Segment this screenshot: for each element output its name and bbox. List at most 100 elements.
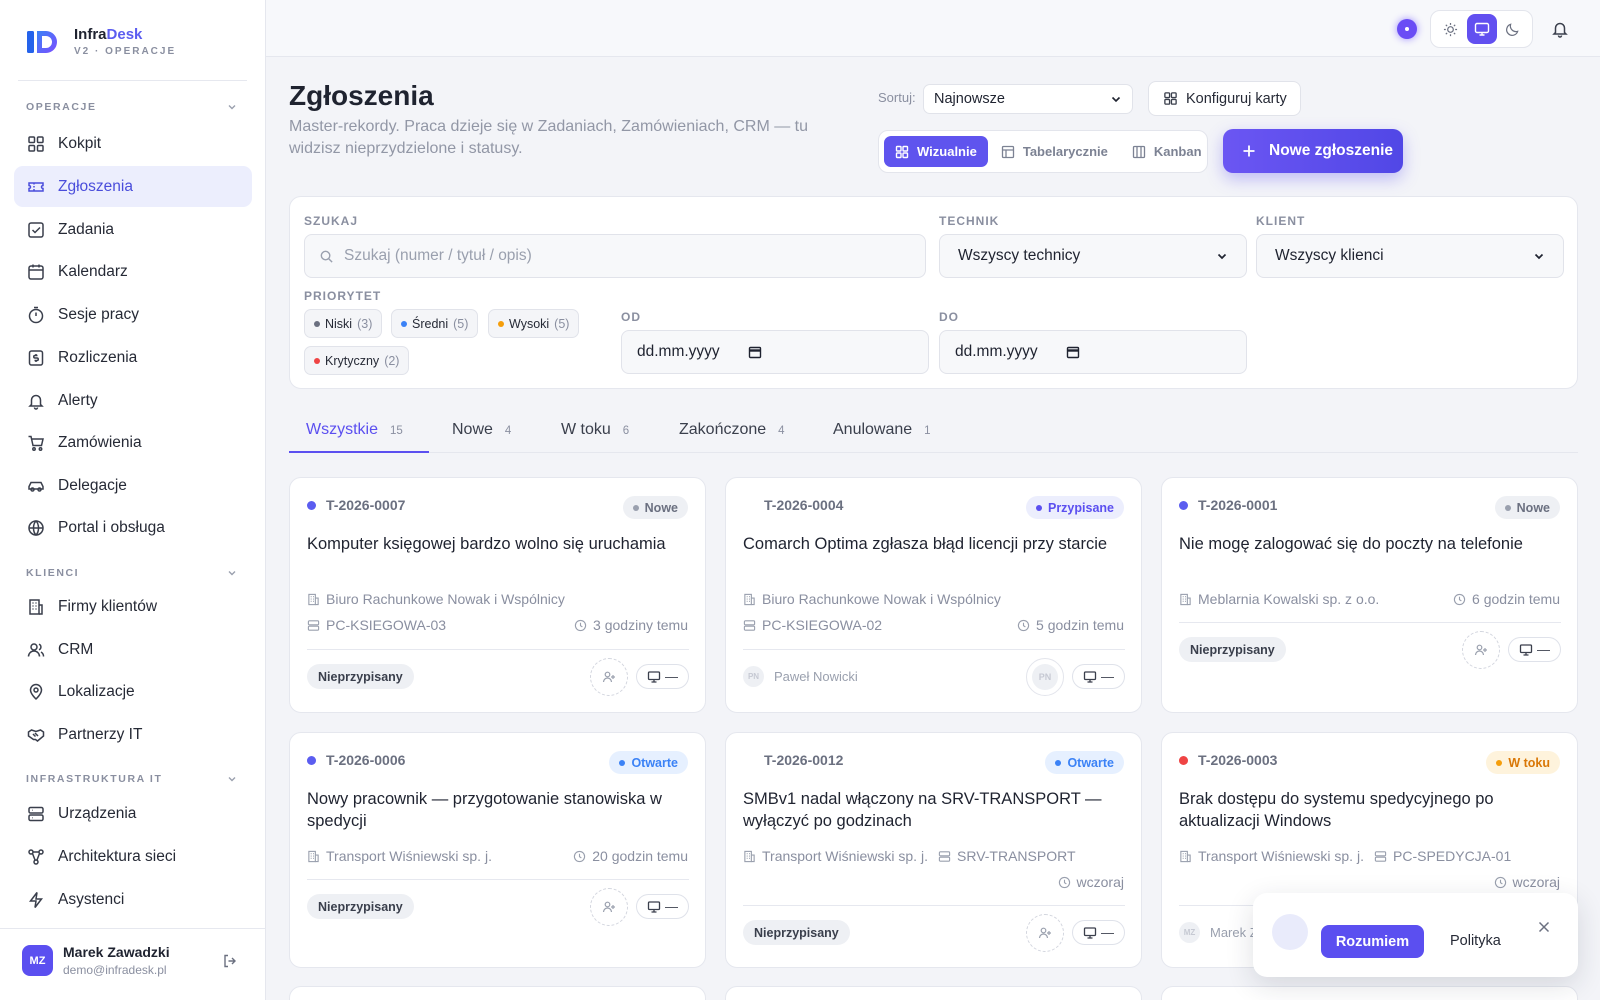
sort-select[interactable]: Najnowsze [923,84,1133,114]
sidebar-item-kokpit[interactable]: Kokpit [14,123,252,164]
ticket-card[interactable]: T-2026-0006 Otwarte Nowy pracownik — prz… [289,732,706,968]
priority-chip-high[interactable]: Wysoki (5) [488,309,580,338]
configure-cards-button[interactable]: Konfiguruj karty [1148,81,1301,116]
theme-dark-button[interactable] [1498,14,1528,44]
view-visual-button[interactable]: Wizualnie [884,136,988,167]
monitor-icon [1083,670,1097,683]
sidebar-item-delegacje[interactable]: Delegacje [14,465,252,506]
priority-chip-low[interactable]: Niski (3) [304,309,383,338]
device-button[interactable]: — [1072,920,1125,945]
sidebar-item-urzadzenia[interactable]: Urządzenia [14,793,252,834]
tab-cancelled[interactable]: Anulowane 1 [833,406,931,453]
technician-select[interactable]: Wszyscy technicy [939,234,1247,278]
sidebar-item-portal[interactable]: Portal i obsługa [14,507,252,548]
divider [743,905,1125,906]
client-name: Biuro Rachunkowe Nowak i Wspólnicy [762,591,1001,607]
sidebar-item-zamowienia[interactable]: Zamówienia [14,422,252,463]
sidebar-item-firmy[interactable]: Firmy klientów [14,586,252,627]
device-button[interactable]: — [636,894,689,919]
clock-icon [1017,619,1030,631]
ticket-card-partial[interactable] [1161,986,1578,1000]
sidebar-item-label: Asystenci [58,890,125,908]
view-table-button[interactable]: Tabelarycznie [990,136,1119,167]
device-button[interactable]: — [1072,664,1125,689]
sidebar-item-zadania[interactable]: Zadania [14,209,252,250]
client-label: KLIENT [1256,214,1306,228]
ticket-card[interactable]: T-2026-0004 Przypisane Comarch Optima zg… [725,477,1142,713]
brand[interactable]: InfraDesk V2 · OPERACJE [26,26,176,57]
close-icon[interactable] [1537,920,1551,934]
client-select[interactable]: Wszyscy klienci [1256,234,1564,278]
device-name: PC-KSIEGOWA-03 [326,617,447,633]
sidebar-item-zgloszenia[interactable]: Zgłoszenia [14,166,252,207]
date-placeholder: dd.mm.yyyy [955,343,1038,360]
theme-system-button[interactable] [1466,14,1497,44]
tab-in-progress[interactable]: W toku 6 [561,406,629,453]
sidebar-item-label: Zadania [58,220,115,238]
sidebar-item-sesje-pracy[interactable]: Sesje pracy [14,294,252,335]
assignee-avatar-button[interactable]: PN [1026,658,1064,696]
clock-icon [1453,593,1466,605]
ticket-card[interactable]: T-2026-0007 Nowe Komputer księgowej bard… [289,477,706,713]
sidebar-item-lokalizacje[interactable]: Lokalizacje [14,671,252,712]
receipt-icon [28,349,44,366]
ticket-card[interactable]: T-2026-0001 Nowe Nie mogę zalogować się … [1161,477,1578,713]
assign-user-button[interactable] [590,888,628,926]
sidebar-item-architektura[interactable]: Architektura sieci [14,836,252,877]
ticket-id: T-2026-0006 [307,752,405,768]
assign-user-button[interactable] [1026,914,1064,952]
priority-chip-critical[interactable]: Krytyczny (2) [304,346,410,375]
sidebar-item-crm[interactable]: CRM [14,629,252,670]
ticket-number: T-2026-0007 [326,497,406,513]
search-icon [320,250,333,263]
ticket-card-partial[interactable] [725,986,1142,1000]
ticket-time: 3 godziny temu [574,617,688,633]
sidebar-item-label: Firmy klientów [58,597,158,615]
section-infrastruktura[interactable]: INFRASTRUKTURA IT [26,773,238,785]
priority-dot [307,500,316,510]
accept-button[interactable]: Rozumiem [1321,925,1424,958]
user-profile[interactable]: MZ Marek Zawadzki demo@infradesk.pl [22,944,170,977]
logout-icon[interactable] [222,953,238,969]
section-title: INFRASTRUKTURA IT [26,773,163,785]
status-indicator[interactable] [1397,19,1417,39]
sidebar-item-kalendarz[interactable]: Kalendarz [14,251,252,292]
pin-icon [29,683,43,700]
ticket-client: Transport Wiśniewski sp. j. [1179,848,1364,864]
sidebar-item-label: Zgłoszenia [58,177,133,195]
stopwatch-icon [28,306,44,323]
tab-completed[interactable]: Zakończone 4 [679,406,785,453]
view-kanban-button[interactable]: Kanban [1121,136,1213,167]
new-ticket-button[interactable]: Nowe zgłoszenie [1223,129,1403,173]
date-from-input[interactable]: dd.mm.yyyy [621,330,929,374]
assignee-pill: Nieprzypisany [1179,637,1286,662]
device-value: — [665,669,678,684]
sidebar-item-asystenci[interactable]: Asystenci [14,879,252,920]
policy-link[interactable]: Polityka [1450,933,1501,949]
assign-user-button[interactable] [1462,631,1500,669]
device-button[interactable]: — [1508,637,1561,662]
device-value: — [1537,642,1550,657]
date-to-input[interactable]: dd.mm.yyyy [939,330,1247,374]
notifications-bell-icon[interactable] [1551,20,1569,38]
ticket-card-partial[interactable] [289,986,706,1000]
priority-chip-medium[interactable]: Średni (5) [391,309,479,338]
ticket-title: Nie mogę zalogować się do poczty na tele… [1179,535,1523,553]
section-klienci[interactable]: KLIENCI [26,567,238,579]
assign-user-button[interactable] [590,658,628,696]
status-badge: Nowe [1494,496,1560,519]
sidebar-item-rozliczenia[interactable]: Rozliczenia [14,337,252,378]
device-button[interactable]: — [636,664,689,689]
tab-all[interactable]: Wszystkie 15 [289,406,429,453]
sidebar-item-partnerzy[interactable]: Partnerzy IT [14,714,252,755]
tab-new[interactable]: Nowe 4 [452,406,511,453]
sidebar-item-alerty[interactable]: Alerty [14,380,252,421]
search-input[interactable]: Szukaj (numer / tytuł / opis) [304,234,926,278]
view-label: Wizualnie [917,144,977,159]
theme-light-button[interactable] [1436,14,1466,44]
tab-label: Anulowane [833,421,913,438]
cookie-banner: Rozumiem Polityka [1253,893,1578,977]
ticket-card[interactable]: T-2026-0012 Otwarte SMBv1 nadal włączony… [725,732,1142,968]
client-name: Transport Wiśniewski sp. j. [326,848,492,864]
section-operacje[interactable]: OPERACJE [26,101,238,113]
